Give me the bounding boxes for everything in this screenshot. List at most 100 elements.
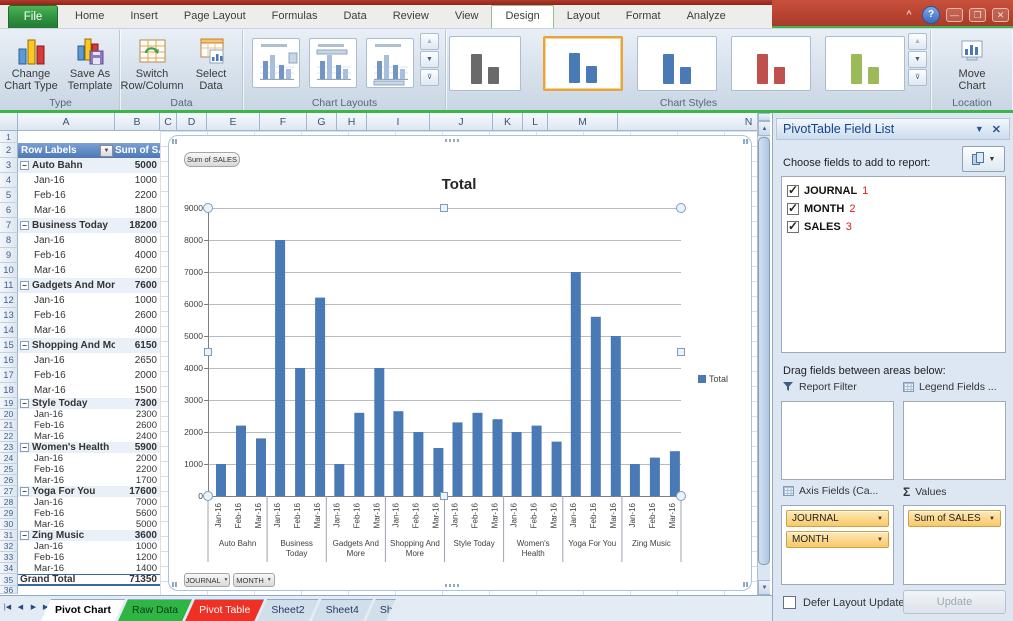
collapse-icon[interactable]: − xyxy=(20,221,29,230)
column-header-e[interactable]: E xyxy=(207,113,260,131)
row-header-1[interactable]: 1 xyxy=(0,131,18,143)
chart-grip-top[interactable] xyxy=(445,139,461,142)
pivot-value-cell[interactable]: 4000 xyxy=(115,323,160,338)
values-area[interactable]: Sum of SALES▼ xyxy=(903,505,1006,585)
sheet-tab-sheet2[interactable]: Sheet2 xyxy=(257,599,318,621)
column-header-c[interactable]: C xyxy=(160,113,177,131)
field-item-month[interactable]: MONTH2 xyxy=(782,200,1005,218)
pivot-label-cell[interactable]: Feb-16 xyxy=(18,552,115,563)
scroll-up-icon[interactable]: ▲ xyxy=(758,121,770,136)
pivot-row-grand-total[interactable]: Grand Total71350 xyxy=(18,574,160,586)
pivot-value-cell[interactable]: 2650 xyxy=(115,353,160,368)
pivot-row-feb-16-10[interactable]: Feb-162600 xyxy=(18,308,160,323)
pivot-value-cell[interactable]: 2300 xyxy=(115,409,160,420)
bar-yoga-for-you-Jan-16[interactable] xyxy=(571,272,581,496)
row-header-25[interactable]: 25 xyxy=(0,464,18,475)
bar-shopping-and-more-Jan-16[interactable] xyxy=(393,411,403,496)
column-header-l[interactable]: L xyxy=(523,113,548,131)
chart-legend[interactable]: Total xyxy=(698,374,728,384)
pivot-row-gadgets-and-more[interactable]: −Gadgets And More7600 xyxy=(18,278,160,293)
pivot-label-cell[interactable]: Mar-16 xyxy=(18,475,115,486)
panel-close-icon[interactable]: ✕ xyxy=(990,123,1003,136)
row-header-31[interactable]: 31 xyxy=(0,530,18,541)
bar-gadgets-and-more-Jan-16[interactable] xyxy=(334,464,344,496)
bar-business-today-Jan-16[interactable] xyxy=(275,240,285,496)
tab-view[interactable]: View xyxy=(442,5,492,28)
row-header-34[interactable]: 34 xyxy=(0,563,18,574)
gallery-up-icon[interactable]: ▲ xyxy=(908,33,927,50)
row-header-20[interactable]: 20 xyxy=(0,409,18,420)
tab-analyze[interactable]: Analyze xyxy=(674,5,739,28)
file-tab[interactable]: File xyxy=(8,5,58,28)
selection-handle[interactable] xyxy=(203,491,213,501)
pivot-row-jan-16-13[interactable]: Jan-162650 xyxy=(18,353,160,368)
bar-style-today-Feb-16[interactable] xyxy=(473,413,483,496)
layout-thumb-2[interactable] xyxy=(309,38,357,88)
row-header-36[interactable]: 36 xyxy=(0,586,18,594)
select-all-corner[interactable] xyxy=(0,113,18,131)
row-header-9[interactable]: 9 xyxy=(0,248,18,263)
pivot-row-feb-16-2[interactable]: Feb-162200 xyxy=(18,188,160,203)
row-header-33[interactable]: 33 xyxy=(0,552,18,563)
bar-zing-music-Jan-16[interactable] xyxy=(630,464,640,496)
chart-style-thumb-4[interactable] xyxy=(731,36,811,91)
select-data-button[interactable]: SelectData xyxy=(183,32,240,94)
pivot-label-cell[interactable]: Mar-16 xyxy=(18,263,115,278)
pivot-row-feb-16-30[interactable]: Feb-161200 xyxy=(18,552,160,563)
pivot-value-cell[interactable]: 2200 xyxy=(115,464,160,475)
pivot-label-cell[interactable]: Feb-16 xyxy=(18,420,115,431)
collapse-icon[interactable]: − xyxy=(20,531,29,540)
scroll-down-icon[interactable]: ▼ xyxy=(758,580,770,595)
minimize-ribbon-icon[interactable]: ^ xyxy=(902,8,916,22)
row-header-23[interactable]: 23 xyxy=(0,442,18,453)
pivot-label-cell[interactable]: −Business Today xyxy=(18,218,115,233)
pivot-label-cell[interactable]: Jan-16 xyxy=(18,409,115,420)
panel-menu-icon[interactable]: ▼ xyxy=(969,124,990,134)
bar-style-today-Jan-16[interactable] xyxy=(453,422,463,496)
bar-gadgets-and-more-Feb-16[interactable] xyxy=(354,413,364,496)
row-header-12[interactable]: 12 xyxy=(0,293,18,308)
pivot-row-mar-16-3[interactable]: Mar-161800 xyxy=(18,203,160,218)
pivot-row-jan-16-9[interactable]: Jan-161000 xyxy=(18,293,160,308)
bar-women-s-health-Mar-16[interactable] xyxy=(552,442,562,496)
pivot-row-yoga-for-you[interactable]: −Yoga For You17600 xyxy=(18,486,160,497)
field-list-layout-button[interactable]: ▼ xyxy=(962,146,1005,172)
filter-dropdown-icon[interactable]: ▼ xyxy=(100,145,113,157)
chart-grip-bottom[interactable] xyxy=(445,584,461,587)
column-header-i[interactable]: I xyxy=(367,113,430,131)
collapse-icon[interactable]: − xyxy=(20,341,29,350)
column-header-a[interactable]: A xyxy=(18,113,115,131)
bar-yoga-for-you-Feb-16[interactable] xyxy=(591,317,601,496)
pivot-row-shopping-and-more[interactable]: −Shopping And More6150 xyxy=(18,338,160,353)
bar-shopping-and-more-Mar-16[interactable] xyxy=(433,448,443,496)
row-header-28[interactable]: 28 xyxy=(0,497,18,508)
help-icon[interactable]: ? xyxy=(922,6,940,24)
pivot-label-cell[interactable]: Feb-16 xyxy=(18,248,115,263)
row-header-16[interactable]: 16 xyxy=(0,353,18,368)
chart-style-thumb-2[interactable] xyxy=(543,36,623,91)
minimize-icon[interactable]: — xyxy=(946,8,963,22)
pivot-row-jan-16-17[interactable]: Jan-162300 xyxy=(18,409,160,420)
tab-format[interactable]: Format xyxy=(613,5,674,28)
field-checkbox-journal[interactable] xyxy=(787,185,799,197)
pivot-value-cell[interactable]: 2000 xyxy=(115,453,160,464)
selection-handle[interactable] xyxy=(203,203,213,213)
field-item-sales[interactable]: SALES3 xyxy=(782,218,1005,236)
row-header-21[interactable]: 21 xyxy=(0,420,18,431)
defer-layout-checkbox[interactable] xyxy=(783,596,796,609)
pivot-value-cell[interactable]: 2000 xyxy=(115,368,160,383)
row-header-7[interactable]: 7 xyxy=(0,218,18,233)
move-chart-button[interactable]: MoveChart xyxy=(944,32,1001,94)
pivot-label-cell[interactable]: Jan-16 xyxy=(18,233,115,248)
bar-auto-bahn-Feb-16[interactable] xyxy=(236,426,246,496)
row-header-14[interactable]: 14 xyxy=(0,323,18,338)
pivot-label-cell[interactable]: Feb-16 xyxy=(18,464,115,475)
restore-icon[interactable]: ❐ xyxy=(969,8,986,22)
chart-style-thumb-1[interactable] xyxy=(449,36,521,91)
selection-handle[interactable] xyxy=(676,491,686,501)
sheet-tab-pivot-table[interactable]: Pivot Table xyxy=(185,599,264,621)
pivot-row-business-today[interactable]: −Business Today18200 xyxy=(18,218,160,233)
chart-plot-area[interactable]: Jan-16Feb-16Mar-16Jan-16Feb-16Mar-16Jan-… xyxy=(208,208,681,568)
pivot-value-cell[interactable]: 1000 xyxy=(115,173,160,188)
row-header-27[interactable]: 27 xyxy=(0,486,18,497)
